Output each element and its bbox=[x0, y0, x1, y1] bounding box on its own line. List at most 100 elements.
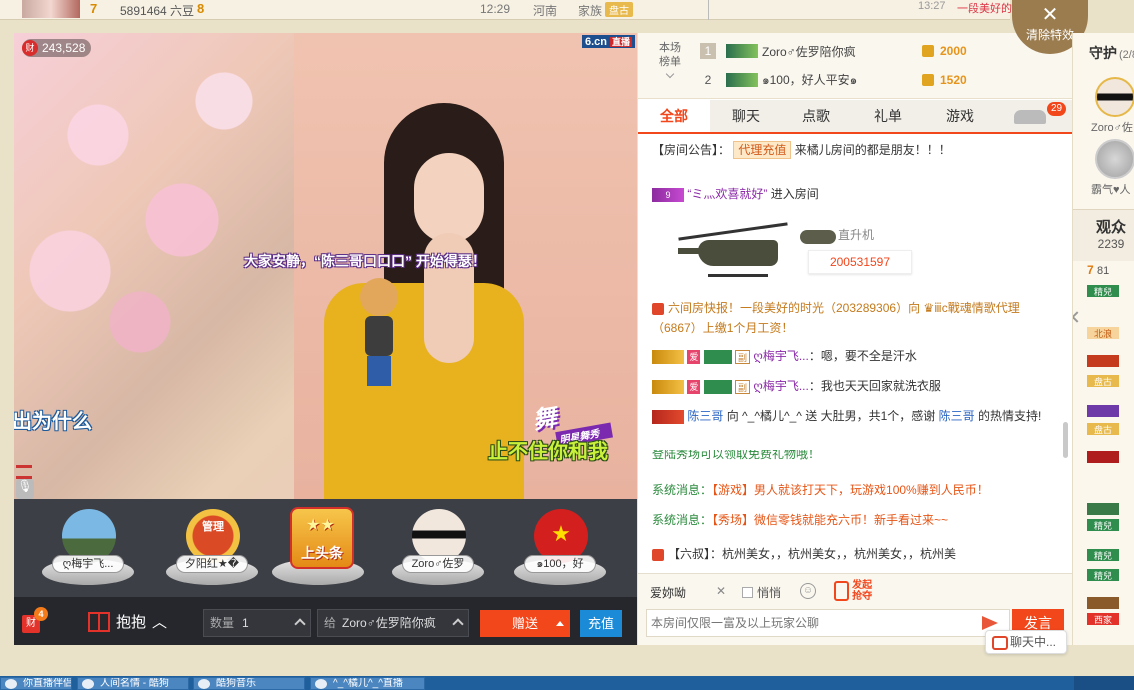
system-tray[interactable] bbox=[1074, 676, 1134, 690]
session-ranking: 本场榜单 1 Zoro♂佐罗陪你疯 2000 2 ๑100，好人平安๑ 1520 bbox=[638, 33, 1072, 99]
tab-gift-list[interactable]: 礼单 bbox=[852, 100, 924, 132]
notice-prefix: 【房间公告】： bbox=[652, 143, 731, 157]
tab-games[interactable]: 游戏 bbox=[924, 100, 996, 132]
audience-tag: 精兒 bbox=[1087, 548, 1119, 561]
chat-input[interactable] bbox=[646, 609, 1010, 637]
recipient-value: Zoro♂佐罗陪你疯 bbox=[342, 616, 436, 630]
bean-level: 8 bbox=[197, 1, 205, 16]
guard-avatar[interactable] bbox=[1095, 77, 1134, 117]
user-name[interactable]: “ミ灬欢喜就好” bbox=[687, 187, 767, 201]
taskbar-item[interactable]: 人间名情 - 酷狗 bbox=[77, 677, 189, 690]
browser-icon bbox=[315, 679, 327, 689]
chat-scrollbar[interactable] bbox=[1063, 422, 1068, 458]
audience-row[interactable] bbox=[1087, 403, 1134, 417]
guest-seats: ღ梅宇飞... 管理 夕阳红★� 上头条 Zoro♂佐罗 ★ ๑100，好 bbox=[14, 499, 637, 597]
audience-title: 观众 bbox=[1095, 219, 1126, 236]
chat-tabs: 全部 聊天 点歌 礼单 游戏 29 bbox=[638, 100, 1072, 134]
user-name[interactable]: 陈三哥 bbox=[939, 409, 975, 423]
guest-seat[interactable]: ★ ๑100，好 bbox=[514, 507, 606, 593]
taskbar-item[interactable]: 你直播伴侣 bbox=[0, 677, 72, 690]
audience-row[interactable] bbox=[1087, 595, 1134, 609]
user-name[interactable]: 陈三哥 bbox=[687, 409, 723, 423]
chevron-down-icon bbox=[665, 69, 675, 79]
close-icon: ✕ bbox=[1041, 4, 1059, 26]
emoji-icon[interactable]: ☺ bbox=[800, 583, 816, 599]
flower-decoration bbox=[14, 33, 294, 373]
user-name[interactable]: ღ梅宇飞... bbox=[753, 349, 808, 363]
whisper-toggle[interactable]: 悄悄 bbox=[742, 584, 781, 601]
guest-seat[interactable]: Zoro♂佐罗 bbox=[392, 507, 484, 593]
audience-row[interactable]: 盘古 bbox=[1087, 373, 1134, 387]
mic-icon[interactable]: 🎙 bbox=[16, 479, 34, 499]
ranking-row[interactable]: 2 ๑100，好人平安๑ 1520 bbox=[700, 69, 967, 91]
guard-avatar[interactable] bbox=[1095, 139, 1134, 179]
vip-badge: 9 bbox=[652, 187, 684, 202]
red-packet-icon bbox=[834, 581, 850, 601]
chatting-status[interactable]: 聊天中... bbox=[985, 630, 1067, 654]
quantity-select[interactable]: 数量 1 bbox=[203, 609, 311, 637]
audience-row[interactable]: 精兒 bbox=[1087, 283, 1134, 297]
live-video[interactable]: 财 243,528 6.cn 直播 大家安静，“陈三哥口口口” 开始得瑟！ 出为什… bbox=[14, 33, 637, 499]
guest-seat[interactable]: 管理 夕阳红★� bbox=[166, 507, 258, 593]
audience-row[interactable]: 精兒 bbox=[1087, 547, 1134, 561]
gift-end: 的热情支持! bbox=[977, 409, 1042, 423]
tab-chat[interactable]: 聊天 bbox=[710, 100, 782, 132]
red-packet-button[interactable]: 发起 抢夺 bbox=[834, 580, 882, 602]
user-avatar[interactable] bbox=[22, 0, 80, 18]
recharge-button[interactable]: 充值 bbox=[580, 610, 622, 637]
tab-all[interactable]: 全部 bbox=[638, 100, 710, 132]
system-text[interactable]: 【游戏】男人就该打天下，玩游戏100%赚到人民币！ bbox=[712, 483, 989, 497]
notice-badge[interactable]: 代理充值 bbox=[733, 141, 792, 159]
cartoon-head bbox=[360, 278, 398, 316]
app-icon bbox=[198, 679, 210, 689]
audience-level: 7 bbox=[1087, 263, 1094, 277]
chevron-left-icon[interactable] bbox=[1073, 311, 1083, 323]
lyric-right: 止不住你和我 bbox=[488, 441, 608, 463]
guard-name[interactable]: 霸气♥人 bbox=[1091, 181, 1131, 197]
guard-panel: 守护(2/8 Zoro♂佐 霸气♥人 观众 2239 7 81 精兒 北浪 盘古… bbox=[1072, 33, 1134, 645]
audience-row[interactable]: 北浪 bbox=[1087, 325, 1134, 339]
taskbar-label: 你直播伴侣 bbox=[23, 678, 72, 689]
gift-detail: 大肚男，共1个，感谢 bbox=[820, 409, 936, 423]
recipient-select[interactable]: 给 Zoro♂佐罗陪你疯 bbox=[317, 609, 469, 637]
audience-row[interactable]: 7 81 bbox=[1087, 263, 1134, 277]
guard-title: 守护(2/8 bbox=[1089, 43, 1134, 63]
hug-gift-button[interactable]: 抱抱 ︿ bbox=[88, 611, 167, 632]
taskbar-item[interactable]: ^_^橘儿^_^直播 bbox=[310, 677, 425, 690]
audience-row[interactable]: 西家 bbox=[1087, 611, 1134, 625]
viewer-count-value: 243,528 bbox=[42, 41, 86, 55]
headline-button[interactable]: 上头条 bbox=[290, 507, 354, 569]
guest-seat[interactable]: ღ梅宇飞... bbox=[42, 507, 134, 593]
family-badge[interactable]: 盘古 bbox=[605, 2, 633, 17]
wealth-gift-icon[interactable]: 财 4 bbox=[22, 607, 48, 633]
chat-messages[interactable]: 【房间公告】： 代理充值 来橘儿房间的都是朋友！！！ 9 “ミ灬欢喜就好” 进入… bbox=[638, 136, 1072, 572]
user-name[interactable]: ღ梅宇飞... bbox=[753, 379, 808, 393]
love-tag: 爱 bbox=[687, 379, 701, 394]
helicopter-room-id[interactable]: 200531597 bbox=[808, 250, 912, 274]
audience-row[interactable] bbox=[1087, 501, 1134, 515]
car-icon[interactable] bbox=[1014, 110, 1046, 124]
audience-row[interactable]: 精兒 bbox=[1087, 517, 1134, 531]
audience-row[interactable] bbox=[1087, 449, 1134, 463]
ranking-row[interactable]: 1 Zoro♂佐罗陪你疯 2000 bbox=[700, 40, 967, 62]
taskbar-item[interactable]: 酷狗音乐 bbox=[193, 677, 305, 690]
gift-box-icon bbox=[88, 611, 110, 632]
send-icon[interactable] bbox=[982, 616, 998, 630]
system-label: 系统消息： bbox=[652, 513, 713, 527]
audience-tag: 精兒 bbox=[1087, 568, 1119, 581]
audience-row[interactable] bbox=[1087, 353, 1134, 367]
ranking-toggle[interactable]: 本场榜单 bbox=[656, 41, 684, 79]
send-gift-button[interactable]: 赠送 bbox=[480, 610, 570, 637]
system-text[interactable]: 【秀场】微信零钱就能充六币！新手看过来~~ bbox=[712, 513, 948, 527]
guest-name: ๑100，好 bbox=[524, 555, 596, 573]
tab-song-request[interactable]: 点歌 bbox=[780, 100, 852, 132]
audience-row[interactable]: 精兒 bbox=[1087, 567, 1134, 581]
menu-icon[interactable] bbox=[16, 465, 32, 479]
close-icon[interactable]: ✕ bbox=[716, 584, 726, 598]
headline-seat[interactable]: 上头条 bbox=[272, 507, 364, 593]
whisper-checkbox[interactable] bbox=[742, 587, 753, 598]
guard-name[interactable]: Zoro♂佐 bbox=[1091, 119, 1133, 135]
guard-count: (2/8 bbox=[1119, 49, 1134, 61]
guest-name: 夕阳红★� bbox=[176, 555, 248, 573]
audience-row[interactable]: 盘古 bbox=[1087, 421, 1134, 435]
